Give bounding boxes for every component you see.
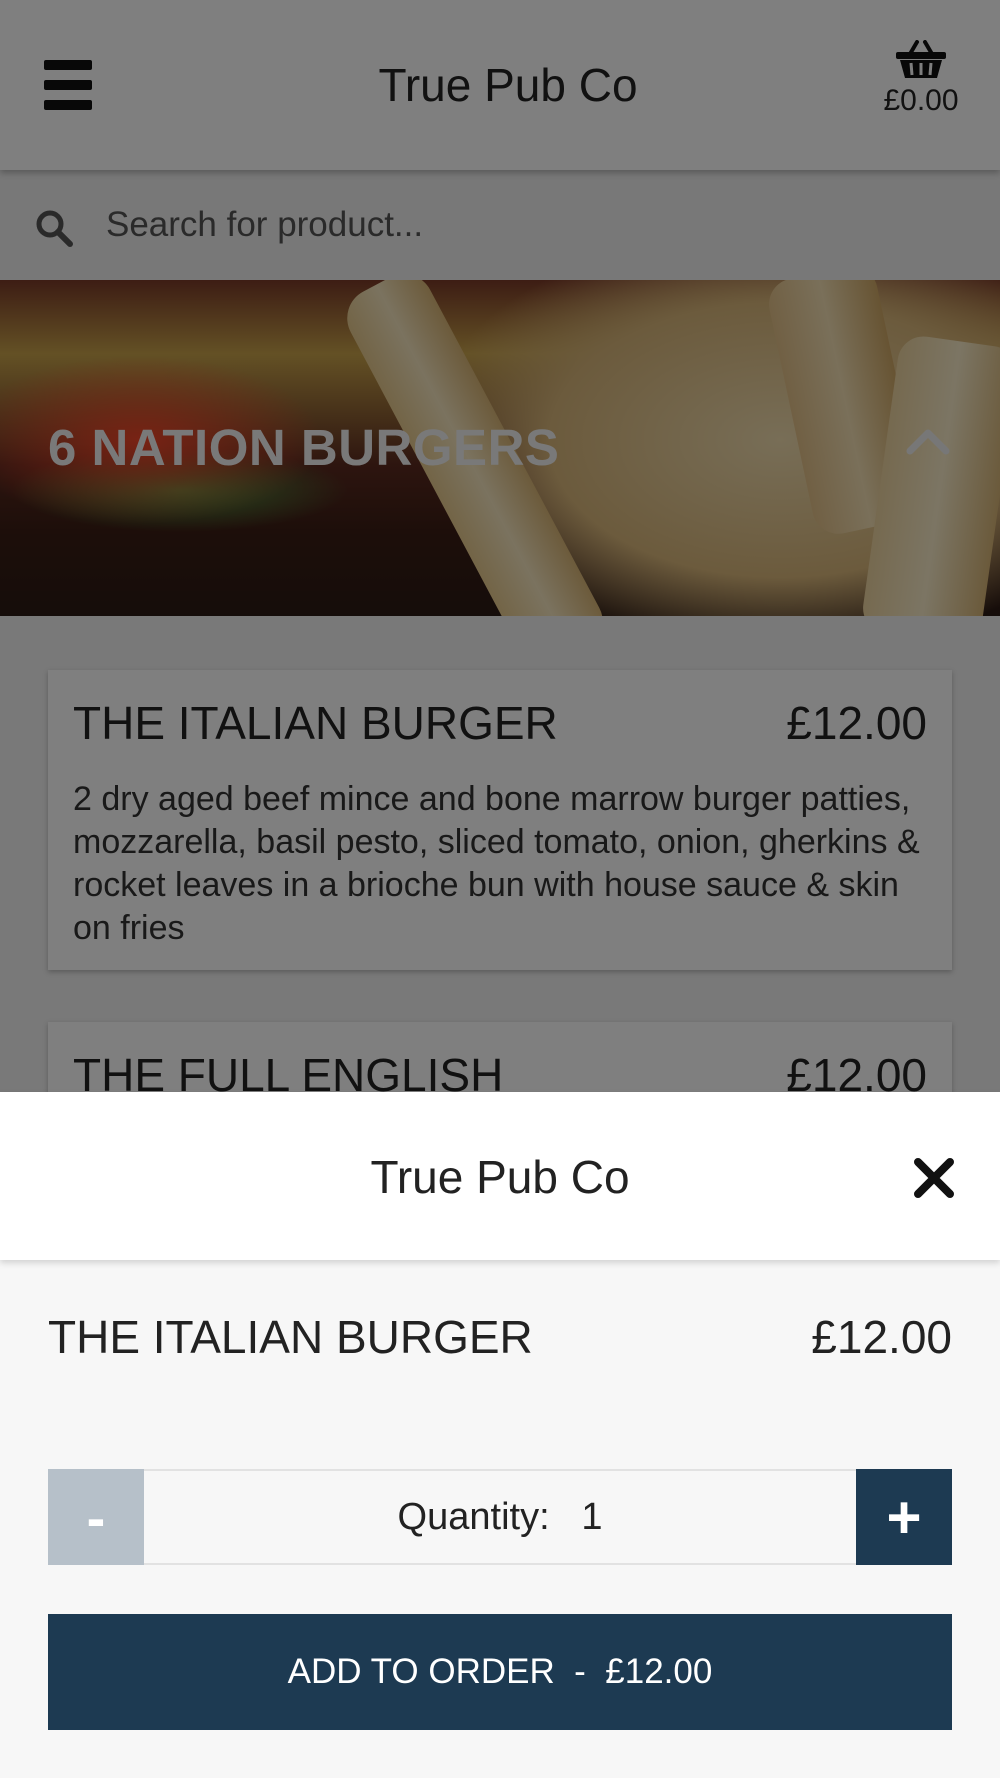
increase-quantity-button[interactable]: + (856, 1469, 952, 1565)
quantity-display: Quantity: 1 (144, 1469, 856, 1565)
decrease-quantity-button[interactable]: - (48, 1469, 144, 1565)
quantity-value: 1 (581, 1496, 603, 1538)
add-to-order-button[interactable]: ADD TO ORDER - £12.00 (48, 1614, 952, 1730)
quantity-label: Quantity: (397, 1496, 550, 1538)
sheet-header: True Pub Co (0, 1092, 1000, 1260)
quantity-stepper: - Quantity: 1 + (48, 1469, 952, 1565)
sheet-title: True Pub Co (370, 1151, 630, 1203)
selected-item-price: £12.00 (811, 1311, 952, 1363)
selected-item-name: THE ITALIAN BURGER (48, 1311, 533, 1363)
close-icon[interactable] (912, 1156, 956, 1200)
add-item-sheet: True Pub Co THE ITALIAN BURGER £12.00 - … (0, 1092, 1000, 1778)
